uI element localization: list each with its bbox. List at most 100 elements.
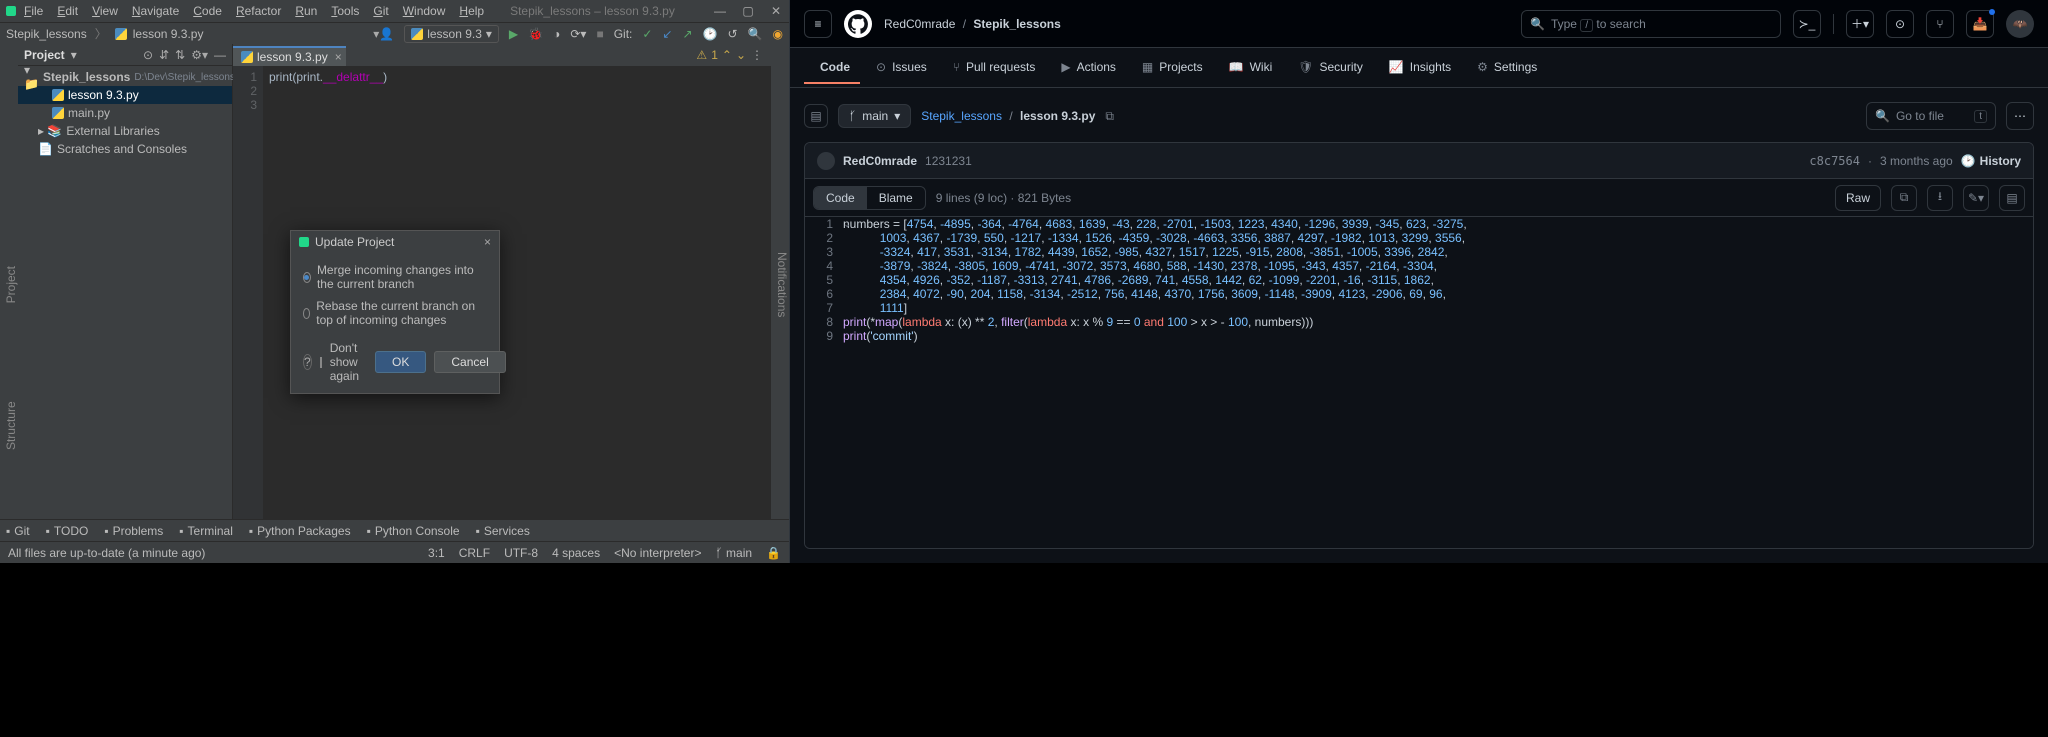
inspection-widget[interactable]: ⚠ 1 ⌃ ⌄ [696,48,746,62]
code-line[interactable]: 4 -3879, -3824, -3805, 1609, -4741, -307… [805,259,2033,273]
repo-tab-settings[interactable]: ⚙Settings [1467,52,1547,84]
stop-icon[interactable]: ■ [596,27,603,41]
git-push-icon[interactable]: ↗ [682,27,692,41]
notifications-icon[interactable]: 📥 [1966,10,1994,38]
code-view[interactable]: ⌄ 1numbers = [4754, -4895, -364, -4764, … [805,217,2033,548]
commit-message[interactable]: 1231231 [925,154,972,168]
repo-tab-security[interactable]: 🛡Security [1288,52,1373,84]
repo-tab-projects[interactable]: ▦Projects [1132,52,1213,84]
git-branch[interactable]: ᚶ main [715,546,752,560]
menu-tools[interactable]: Tools [331,4,359,18]
bottom-tool-python-packages[interactable]: ▪Python Packages [249,524,351,538]
tool-tab-structure[interactable]: Structure [4,390,18,450]
expand-all-icon[interactable]: ⇵ [159,48,169,62]
menu-edit[interactable]: Edit [57,4,78,18]
repo-tab-insights[interactable]: 📈Insights [1379,52,1461,84]
bottom-tool-problems[interactable]: ▪Problems [104,524,163,538]
command-palette-icon[interactable]: ≻_ [1793,10,1821,38]
menu-navigate[interactable]: Navigate [132,4,179,18]
tab-close-icon[interactable]: × [335,50,342,64]
global-search[interactable]: 🔍 Type / to search [1521,10,1781,38]
maximize-icon[interactable]: ▢ [741,4,755,18]
more-options-icon[interactable]: ⋯ [2006,102,2034,130]
repo-tab-actions[interactable]: ▶Actions [1051,52,1126,84]
bottom-tool-git[interactable]: ▪Git [6,524,30,538]
fold-icon[interactable]: ⌄ [843,219,851,230]
repo-tab-code[interactable]: Code [804,52,860,84]
repo-tab-pull-requests[interactable]: ⑂Pull requests [943,52,1046,84]
caret-position[interactable]: 3:1 [428,546,445,560]
pull-requests-shortcut-icon[interactable]: ⑂ [1926,10,1954,38]
file-encoding[interactable]: UTF-8 [504,546,538,560]
minimize-icon[interactable]: — [713,4,727,18]
project-panel-title[interactable]: Project [24,48,65,62]
run-config-selector[interactable]: lesson 9.3 ▾ [404,25,499,43]
collapse-all-icon[interactable]: ⇅ [175,48,185,62]
download-icon[interactable]: ⭳ [1927,185,1953,211]
commit-author[interactable]: RedC0mrade [843,154,917,168]
history-link[interactable]: 🕑 History [1961,154,2021,168]
go-to-file-input[interactable]: 🔍 Go to file t [1866,102,1996,130]
lock-icon[interactable]: 🔒 [766,546,781,560]
search-icon[interactable]: 🔍 [748,27,763,41]
tree-scratches[interactable]: 📄Scratches and Consoles [18,140,232,158]
code-line[interactable]: 2 1003, 4367, -1739, 550, -1217, -1334, … [805,231,2033,245]
breadcrumb-project[interactable]: Stepik_lessons [6,27,87,41]
cancel-button[interactable]: Cancel [434,351,505,373]
avatar[interactable] [817,152,835,170]
tree-file[interactable]: main.py [18,104,232,122]
checkbox-dont-show[interactable] [320,357,322,368]
code-line[interactable]: 9print('commit') [805,329,2033,343]
menu-file[interactable]: File [24,4,43,18]
menu-view[interactable]: View [92,4,118,18]
issues-shortcut-icon[interactable]: ⊙ [1886,10,1914,38]
tab-blame[interactable]: Blame [867,187,925,209]
branch-selector[interactable]: ᚶ main ▾ [838,104,911,128]
tool-tab-project[interactable]: Project [4,266,18,303]
menu-help[interactable]: Help [459,4,484,18]
repo-tab-issues[interactable]: ⊙Issues [866,52,937,84]
commit-hash[interactable]: c8c7564 [1809,154,1860,168]
radio-rebase[interactable]: Rebase the current branch on top of inco… [303,299,487,327]
copy-icon[interactable]: ⧉ [1891,185,1917,211]
tree-root[interactable]: ▾ 📁 Stepik_lessons D:\Dev\Stepik_lessons [18,68,232,86]
coverage-icon[interactable]: ◑ [553,27,560,41]
hamburger-icon[interactable]: ≡ [804,10,832,38]
code-line[interactable]: 3 -3324, 417, 3531, -3134, 1782, 4439, 1… [805,245,2033,259]
ide-settings-icon[interactable]: ◉ [773,27,783,41]
code-line[interactable]: 6 2384, 4072, -90, 204, 1158, -3134, -25… [805,287,2033,301]
panel-settings-icon[interactable]: ⚙▾ [191,48,208,62]
chevron-down-icon[interactable]: ⌄ [736,48,746,62]
code-line[interactable]: 1numbers = [4754, -4895, -364, -4764, 46… [805,217,2033,231]
menu-refactor[interactable]: Refactor [236,4,281,18]
indent-settings[interactable]: 4 spaces [552,546,600,560]
repo-tab-wiki[interactable]: 📖Wiki [1219,52,1283,84]
add-config-icon[interactable]: ▾👤 [373,27,394,41]
git-update-icon[interactable]: ↙ [662,27,672,41]
select-opened-file-icon[interactable]: ⊙ [143,48,153,62]
bottom-tool-services[interactable]: ▪Services [476,524,530,538]
menu-run[interactable]: Run [295,4,317,18]
avatar[interactable]: 🦇 [2006,10,2034,38]
github-logo-icon[interactable] [844,10,872,38]
bottom-tool-terminal[interactable]: ▪Terminal [179,524,233,538]
create-new-icon[interactable]: ＋▾ [1846,10,1874,38]
editor-menu-icon[interactable]: ⋮ [743,44,771,66]
code-line[interactable]: 7 1111] [805,301,2033,315]
owner-link[interactable]: RedC0mrade [884,17,955,31]
bottom-tool-python-console[interactable]: ▪Python Console [367,524,460,538]
tree-external-libs[interactable]: ▸ 📚External Libraries [18,122,232,140]
code-line[interactable]: 8print(*map(lambda x: (x) ** 2, filter(l… [805,315,2033,329]
symbols-icon[interactable]: ▤ [1999,185,2025,211]
close-icon[interactable]: ✕ [769,4,783,18]
help-icon[interactable]: ? [303,354,312,370]
menu-window[interactable]: Window [403,4,446,18]
hide-panel-icon[interactable]: — [214,48,226,62]
chevron-up-icon[interactable]: ⌃ [722,48,732,62]
debug-icon[interactable]: 🐞 [528,27,543,41]
tree-file-selected[interactable]: lesson 9.3.py [18,86,232,104]
edit-icon[interactable]: ✎▾ [1963,185,1989,211]
run-icon[interactable]: ▶ [509,27,518,41]
line-gutter[interactable]: 123 [233,66,263,519]
radio-merge[interactable]: Merge incoming changes into the current … [303,263,487,291]
